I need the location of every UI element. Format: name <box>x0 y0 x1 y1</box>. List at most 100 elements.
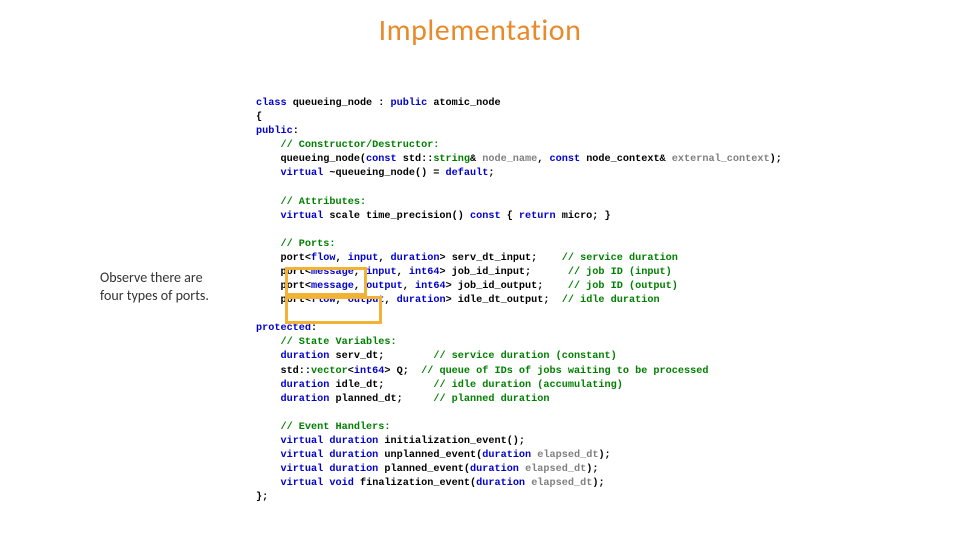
code-txt: unplanned_event( <box>378 450 482 461</box>
code-comment: // Event Handlers: <box>280 422 390 433</box>
code-kw: void <box>329 478 353 489</box>
code-txt: queueing_node : <box>287 98 391 109</box>
code-txt: , <box>354 281 366 292</box>
code-kw: virtual <box>280 211 323 222</box>
code-txt: ); <box>592 478 604 489</box>
code-txt: , <box>403 281 415 292</box>
code-txt <box>256 239 280 250</box>
code-kw: duration <box>391 253 440 264</box>
code-txt: port< <box>256 267 311 278</box>
code-kw: const <box>366 154 397 165</box>
code-kw: flow <box>311 295 335 306</box>
code-txt <box>256 436 280 447</box>
code-kw: class <box>256 98 287 109</box>
code-txt: , <box>336 253 348 264</box>
code-kw: input <box>348 253 379 264</box>
code-txt: > job_id_input; <box>439 267 567 278</box>
code-txt: > serv_dt_input; <box>439 253 561 264</box>
code-txt: port< <box>256 281 311 292</box>
code-block: class queueing_node : public atomic_node… <box>256 83 782 548</box>
code-comment: // idle duration <box>562 295 660 306</box>
code-txt <box>256 140 280 151</box>
code-txt: port< <box>256 295 311 306</box>
code-param: external_context <box>672 154 770 165</box>
code-comment: // State Variables: <box>280 337 396 348</box>
code-txt: std:: <box>397 154 434 165</box>
code-txt: : <box>311 323 317 334</box>
code-comment: // job ID (output) <box>568 281 678 292</box>
code-txt <box>256 464 280 475</box>
code-blank <box>256 225 262 236</box>
code-txt: , <box>336 295 348 306</box>
content-row: Observe there are four types of ports. c… <box>0 49 960 548</box>
code-txt: micro; } <box>556 211 611 222</box>
code-param: elapsed_dt <box>537 450 598 461</box>
annotation-line-1: Observe there are <box>100 269 203 286</box>
code-kw: duration <box>329 464 378 475</box>
code-txt: node_context& <box>580 154 672 165</box>
code-txt: , <box>384 295 396 306</box>
code-txt: : <box>293 126 299 137</box>
code-txt: , <box>397 267 409 278</box>
code-txt: planned_event( <box>378 464 470 475</box>
code-txt: > job_id_output; <box>446 281 568 292</box>
code-kw: duration <box>482 450 531 461</box>
code-kw: input <box>366 267 397 278</box>
code-kw: virtual <box>280 168 323 179</box>
code-txt: finalization_event( <box>354 478 476 489</box>
code-comment: // Ports: <box>280 239 335 250</box>
code-kw: message <box>311 281 354 292</box>
code-kw: virtual <box>280 478 323 489</box>
annotation-line-2: four types of ports. <box>100 287 209 304</box>
code-txt: planned_dt; <box>329 394 433 405</box>
code-txt: ); <box>770 154 782 165</box>
code-kw: output <box>348 295 385 306</box>
code-kw: duration <box>329 450 378 461</box>
code-param: elapsed_dt <box>525 464 586 475</box>
code-txt: ); <box>598 450 610 461</box>
code-blank <box>256 309 262 320</box>
code-kw: output <box>366 281 403 292</box>
code-txt <box>256 478 280 489</box>
code-txt: port< <box>256 253 311 264</box>
code-kw: const <box>550 154 581 165</box>
code-comment: // Constructor/Destructor: <box>280 140 439 151</box>
code-txt: ; <box>488 168 494 179</box>
code-txt <box>256 168 280 179</box>
code-txt: std:: <box>256 366 311 377</box>
code-kw: duration <box>470 464 519 475</box>
code-comment: // service duration (constant) <box>433 351 616 362</box>
code-txt: , <box>354 267 366 278</box>
code-kw: message <box>311 267 354 278</box>
code-txt: , <box>378 253 390 264</box>
code-kw: int64 <box>409 267 440 278</box>
code-txt <box>256 337 280 348</box>
code-kw: duration <box>476 478 525 489</box>
code-kw: int64 <box>415 281 446 292</box>
code-txt: > idle_dt_output; <box>446 295 562 306</box>
code-comment: // job ID (input) <box>568 267 672 278</box>
code-comment: // Attributes: <box>280 197 366 208</box>
code-type: vector <box>311 366 348 377</box>
code-kw: return <box>519 211 556 222</box>
code-txt <box>256 394 280 405</box>
code-txt: queueing_node( <box>256 154 366 165</box>
code-comment: // queue of IDs of jobs waiting to be pr… <box>421 366 708 377</box>
code-txt <box>256 450 280 461</box>
code-kw: flow <box>311 253 335 264</box>
code-kw: protected <box>256 323 311 334</box>
code-blank <box>256 183 262 194</box>
code-txt: { <box>501 211 519 222</box>
code-kw: duration <box>329 436 378 447</box>
code-kw: virtual <box>280 436 323 447</box>
code-txt: { <box>256 112 262 123</box>
code-kw: public <box>391 98 428 109</box>
code-txt <box>256 197 280 208</box>
code-param: elapsed_dt <box>531 478 592 489</box>
code-comment: // planned duration <box>433 394 549 405</box>
code-blank <box>256 408 262 419</box>
code-kw: duration <box>280 351 329 362</box>
code-kw: int64 <box>354 366 385 377</box>
code-txt: & <box>470 154 482 165</box>
code-txt: > Q; <box>384 366 421 377</box>
